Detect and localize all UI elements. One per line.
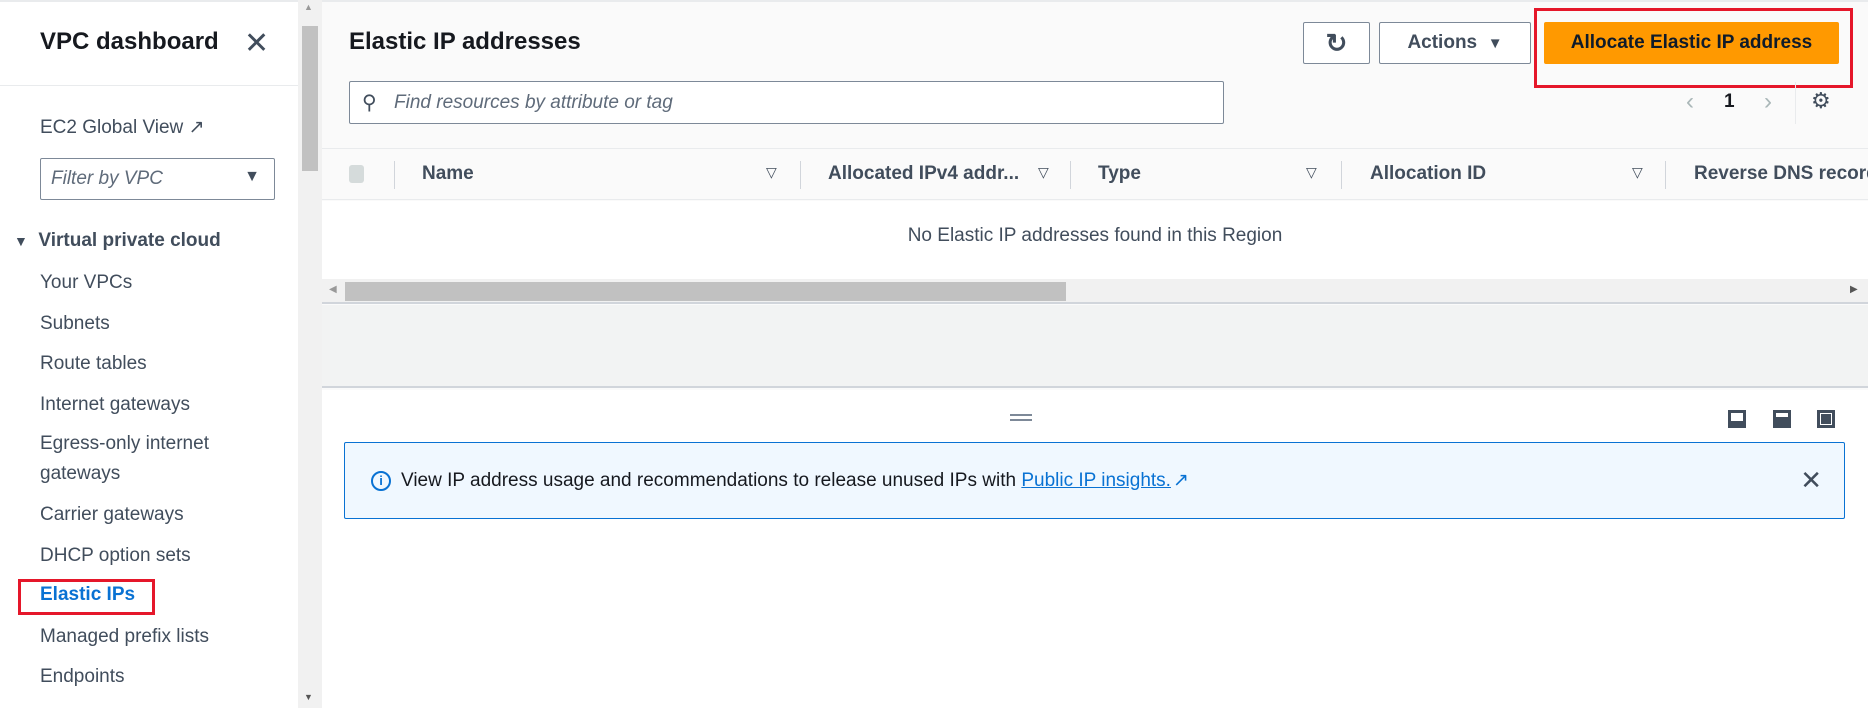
- highlight-box: [1534, 8, 1853, 88]
- info-alert: i View IP address usage and recommendati…: [344, 442, 1845, 519]
- section-label: Virtual private cloud: [38, 230, 221, 251]
- caret-down-icon: ▼: [244, 168, 260, 185]
- sidebar: VPC dashboard ✕ EC2 Global View ↗ Filter…: [0, 0, 298, 708]
- prev-page-icon[interactable]: ‹: [1686, 88, 1694, 116]
- public-ip-insights-link[interactable]: Public IP insights.: [1021, 470, 1171, 492]
- nav-label: Egress-only internet: [40, 433, 209, 454]
- ec2-global-view-link[interactable]: EC2 Global View ↗: [40, 116, 204, 139]
- nav-label: gateways: [40, 463, 121, 484]
- caret-down-icon: ▼: [14, 233, 28, 249]
- info-icon: i: [371, 470, 391, 491]
- scroll-up-icon[interactable]: ▲: [304, 2, 313, 12]
- actions-label: Actions: [1407, 32, 1478, 53]
- empty-state-text: No Elastic IP addresses found in this Re…: [322, 201, 1868, 279]
- highlight-box: [18, 579, 155, 615]
- refresh-button[interactable]: ↻: [1303, 22, 1370, 64]
- scrollbar-thumb[interactable]: [345, 282, 1066, 301]
- nav-subnets[interactable]: Subnets: [40, 309, 110, 339]
- filter-placeholder: Filter by VPC: [51, 168, 163, 189]
- sidebar-scrollbar[interactable]: ▲ ▼: [298, 0, 322, 708]
- caret-down-icon: ▼: [1487, 34, 1503, 52]
- nav-your-vpcs[interactable]: Your VPCs: [40, 268, 132, 298]
- panel-side-icon[interactable]: [1773, 410, 1791, 428]
- page-number[interactable]: 1: [1724, 91, 1735, 113]
- scrollbar-thumb[interactable]: [302, 26, 318, 171]
- search-icon: ⚲: [362, 92, 377, 114]
- nav-managed-prefix-lists[interactable]: Managed prefix lists: [40, 622, 209, 652]
- settings-gear-icon[interactable]: ⚙: [1811, 88, 1831, 114]
- nav-carrier-gateways[interactable]: Carrier gateways: [40, 500, 184, 530]
- column-allocated-ipv4[interactable]: Allocated IPv4 addr...: [828, 163, 1019, 185]
- next-page-icon[interactable]: ›: [1764, 88, 1772, 116]
- sort-icon[interactable]: ▽: [766, 164, 777, 181]
- panel-full-icon[interactable]: [1817, 410, 1835, 428]
- ec2-global-view-label: EC2 Global View: [40, 117, 184, 138]
- close-icon[interactable]: ✕: [244, 26, 269, 61]
- sidebar-title: VPC dashboard: [40, 28, 219, 55]
- column-type[interactable]: Type: [1098, 163, 1141, 185]
- search-input[interactable]: ⚲ Find resources by attribute or tag: [349, 81, 1224, 124]
- sort-icon[interactable]: ▽: [1306, 164, 1317, 181]
- table-header: Name ▽ Allocated IPv4 addr... ▽ Type ▽ A…: [322, 148, 1868, 200]
- select-all-checkbox[interactable]: [349, 165, 364, 183]
- nav-route-tables[interactable]: Route tables: [40, 349, 147, 379]
- sort-icon[interactable]: ▽: [1632, 164, 1643, 181]
- refresh-icon: ↻: [1325, 27, 1348, 58]
- page-title: Elastic IP addresses: [349, 28, 581, 55]
- external-link-icon: ↗: [1172, 470, 1189, 491]
- scroll-left-icon[interactable]: ◀: [329, 284, 337, 295]
- scroll-down-icon[interactable]: ▼: [304, 692, 313, 702]
- split-panel: [322, 390, 1868, 708]
- external-link-icon: ↗: [188, 117, 205, 138]
- actions-button[interactable]: Actions ▼: [1379, 22, 1531, 64]
- search-placeholder: Find resources by attribute or tag: [394, 92, 673, 113]
- nav-egress-only-internet-gateways[interactable]: Egress-only internet gateways: [40, 429, 209, 489]
- divider: [1795, 82, 1796, 124]
- panel-bottom-icon[interactable]: [1728, 410, 1746, 428]
- column-allocation-id[interactable]: Allocation ID: [1370, 163, 1486, 185]
- column-reverse-dns[interactable]: Reverse DNS record: [1694, 163, 1868, 185]
- resize-handle-icon[interactable]: [1010, 414, 1032, 416]
- column-name[interactable]: Name: [422, 163, 474, 185]
- nav-endpoints[interactable]: Endpoints: [40, 662, 125, 692]
- table-footer-area: [322, 305, 1868, 388]
- filter-by-vpc-select[interactable]: Filter by VPC ▼: [40, 158, 275, 200]
- nav-internet-gateways[interactable]: Internet gateways: [40, 390, 190, 420]
- scroll-right-icon[interactable]: ▶: [1850, 284, 1858, 295]
- section-virtual-private-cloud[interactable]: ▼ Virtual private cloud: [14, 230, 221, 252]
- nav-dhcp-option-sets[interactable]: DHCP option sets: [40, 541, 191, 571]
- sort-icon[interactable]: ▽: [1038, 164, 1049, 181]
- divider: [0, 85, 298, 86]
- dismiss-alert-icon[interactable]: ✕: [1800, 465, 1822, 496]
- info-text: View IP address usage and recommendation…: [401, 469, 1022, 491]
